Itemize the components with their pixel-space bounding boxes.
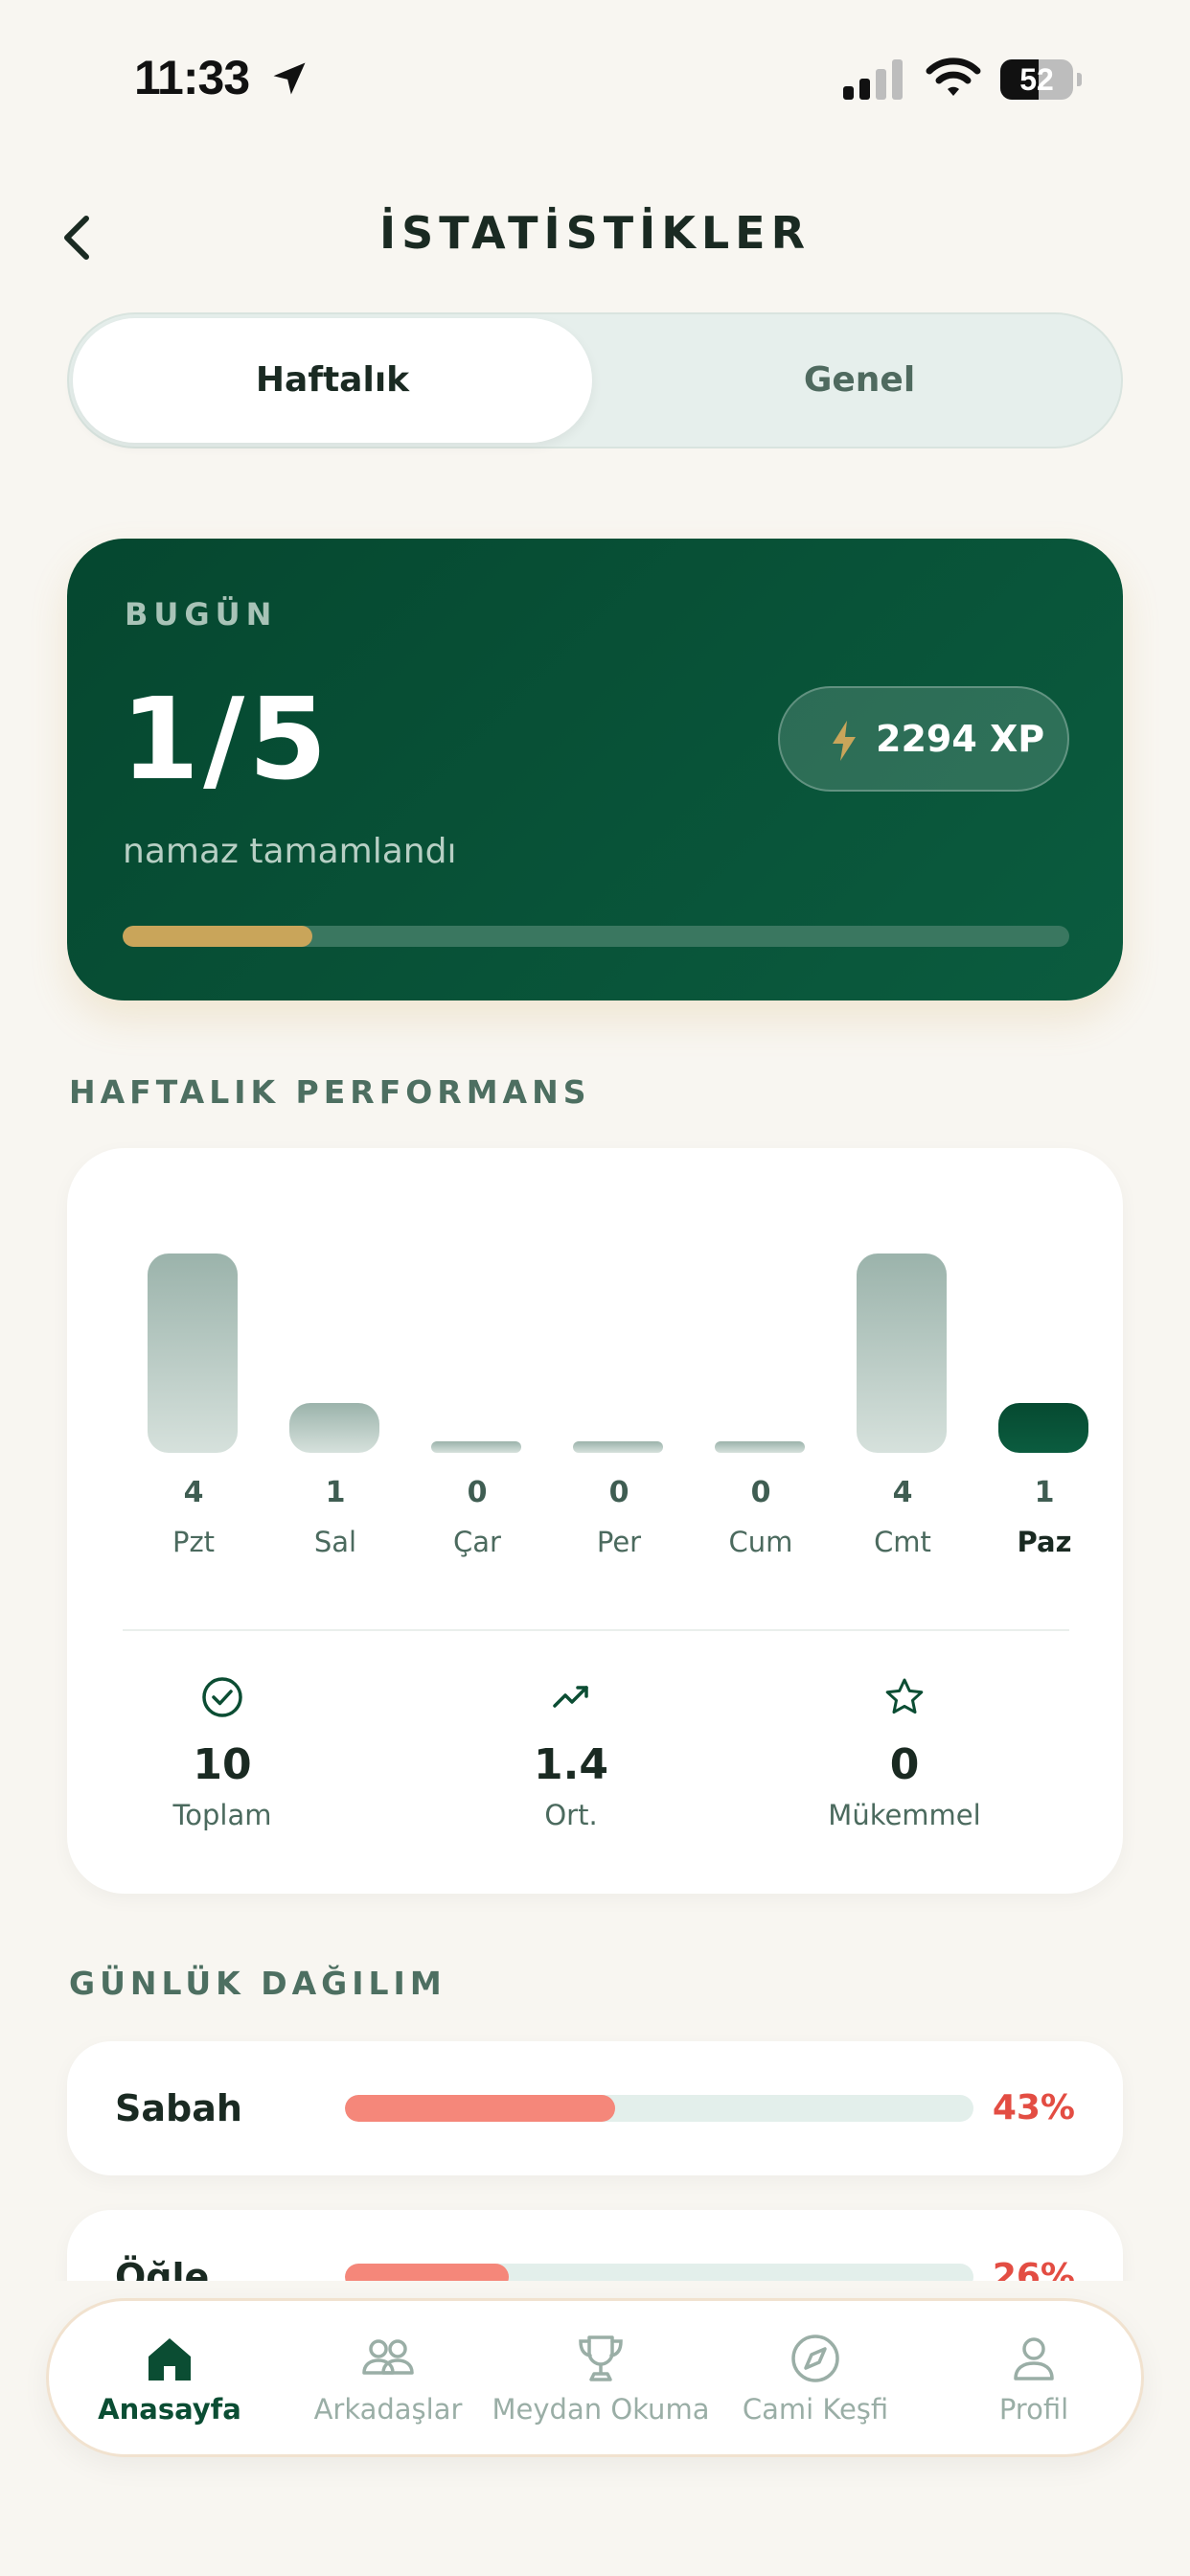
cellular-signal-icon <box>843 59 903 100</box>
bar-day-label: Cmt <box>874 1526 931 1558</box>
bar-value-label: 0 <box>608 1476 629 1509</box>
nav-label: Arkadaşlar <box>313 2393 463 2426</box>
page-title: İSTATİSTİKLER <box>379 207 811 259</box>
stat-perfect-value: 0 <box>889 1740 920 1789</box>
battery-indicator: 52 <box>1000 59 1083 100</box>
nav-label: Anasayfa <box>98 2393 241 2426</box>
bar-value-label: 0 <box>750 1476 771 1509</box>
bar-day-label: Paz <box>1017 1526 1072 1558</box>
home-icon <box>149 2338 191 2380</box>
today-label: BUGÜN <box>125 596 278 632</box>
stat-average: 1.4 Ort. <box>418 1675 724 1831</box>
bar-day-label: Çar <box>453 1526 501 1558</box>
nav-item-friends[interactable]: Arkadaşlar <box>279 2301 497 2454</box>
stat-perfect: 0 Mükemmel <box>751 1675 1058 1831</box>
weekly-section-title: HAFTALIK PERFORMANS <box>69 1073 591 1111</box>
location-arrow-icon <box>273 62 306 95</box>
distribution-bar-fill <box>345 2095 616 2122</box>
stat-total-value: 10 <box>193 1740 252 1789</box>
today-progress-bar <box>123 926 1069 947</box>
nav-item-mosque-discovery[interactable]: Cami Keşfi <box>706 2301 925 2454</box>
bar-value-label: 0 <box>467 1476 488 1509</box>
nav-item-profile[interactable]: Profil <box>925 2301 1143 2454</box>
bar-day-label: Sal <box>313 1526 357 1558</box>
distribution-row-sabah: Sabah 43% <box>67 2041 1123 2175</box>
compass-icon <box>791 2334 839 2382</box>
bar-Cum <box>715 1441 805 1453</box>
nav-label: Profil <box>998 2393 1069 2426</box>
stat-average-label: Ort. <box>544 1799 598 1831</box>
friends-icon <box>362 2339 414 2375</box>
profile-icon <box>1014 2337 1054 2380</box>
today-prayer-count: 1/5 <box>121 673 332 805</box>
today-summary-card: BUGÜN 1/5 namaz tamamlandı 2294 XP <box>67 539 1123 1000</box>
distribution-label: Sabah <box>115 2087 242 2129</box>
bar-value-label: 4 <box>183 1476 204 1509</box>
bar-Cmt <box>857 1254 947 1453</box>
status-time: 11:33 <box>134 51 250 104</box>
bar-Paz <box>998 1403 1088 1453</box>
distribution-bar <box>345 2095 973 2122</box>
tab-weekly[interactable]: Haftalık <box>73 314 592 447</box>
today-progress-fill <box>123 926 312 947</box>
xp-badge: 2294 XP <box>778 686 1069 792</box>
stat-average-value: 1.4 <box>534 1740 608 1789</box>
bar-value-label: 1 <box>1034 1476 1055 1509</box>
bar-day-label: Per <box>596 1526 642 1558</box>
stat-perfect-label: Mükemmel <box>828 1799 981 1831</box>
tab-general[interactable]: Genel <box>598 314 1121 447</box>
bar-Pzt <box>148 1254 238 1453</box>
bar-day-label: Cum <box>728 1526 793 1558</box>
bar-value-label: 4 <box>892 1476 913 1509</box>
today-subtitle: namaz tamamlandı <box>123 832 457 871</box>
bar-Sal <box>289 1403 379 1453</box>
bar-value-label: 1 <box>325 1476 346 1509</box>
bottom-navigation: Anasayfa Arkadaşlar Meydan Okuma Cami Ke… <box>46 2298 1144 2457</box>
distribution-percent: 43% <box>992 2088 1075 2128</box>
bar-Per <box>573 1441 663 1453</box>
trophy-icon <box>579 2335 623 2381</box>
battery-percent: 52 <box>1019 62 1054 97</box>
trending-up-icon <box>553 1686 588 1708</box>
nav-label: Cami Keşfi <box>742 2393 889 2426</box>
nav-item-home[interactable]: Anasayfa <box>60 2301 279 2454</box>
stat-total: 10 Toplam <box>69 1675 376 1831</box>
star-icon <box>885 1678 924 1714</box>
weekly-performance-card: 4 Pzt 1 Sal 0 Çar 0 Per 0 Cum 4 Cmt 1 Paz 10 Toplam 1… <box>67 1148 1123 1894</box>
distribution-section-title: GÜNLÜK DAĞILIM <box>69 1965 446 2002</box>
nav-item-challenge[interactable]: Meydan Okuma <box>492 2301 710 2454</box>
check-circle-icon <box>202 1677 242 1717</box>
xp-value: 2294 XP <box>876 718 1045 760</box>
wifi-icon <box>926 58 981 96</box>
lightning-icon <box>833 721 856 761</box>
stat-total-label: Toplam <box>172 1799 272 1831</box>
bar-Çar <box>431 1441 521 1453</box>
nav-label: Meydan Okuma <box>492 2393 710 2426</box>
bar-day-label: Pzt <box>172 1526 216 1558</box>
period-segmented-control: Haftalık Genel <box>67 312 1123 448</box>
